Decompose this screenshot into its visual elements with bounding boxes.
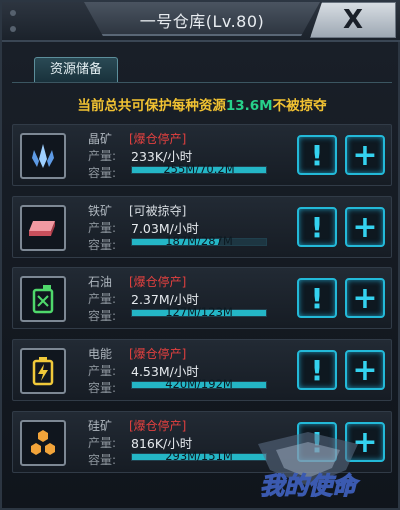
tab-resource-reserve[interactable]: 资源储备	[34, 57, 118, 83]
add-button[interactable]: +	[345, 135, 385, 175]
crystal-icon	[20, 133, 66, 179]
info-button[interactable]: !	[297, 278, 337, 318]
watermark-text: 我的使命	[260, 472, 360, 500]
capacity-value: 293M/151M	[165, 449, 233, 463]
warehouse-window: 一号仓库(Lv.80) X 资源储备 当前总共可保护每种资源13.6M不被掠夺 …	[0, 0, 400, 510]
production-label: 产量:	[88, 436, 117, 450]
resource-name: 铁矿	[88, 204, 113, 218]
production-label: 产量:	[88, 364, 117, 378]
resource-name: 电能	[88, 347, 113, 361]
resource-row-oil: 石油 [爆仓停产] 产量: 2.37M/小时 容量: 127M/123M ! +	[12, 267, 392, 329]
capacity-label: 容量:	[88, 381, 117, 395]
add-button[interactable]: +	[345, 278, 385, 318]
resource-name: 石油	[88, 275, 113, 289]
notice-suffix: 不被掠夺	[272, 98, 327, 114]
resource-status: [爆仓停产]	[129, 132, 187, 146]
capacity-label: 容量:	[88, 309, 117, 323]
add-button[interactable]: +	[345, 207, 385, 247]
production-label: 产量:	[88, 292, 117, 306]
resource-row-power: 电能 [爆仓停产] 产量: 4.53M/小时 容量: 420M/192M ! +	[12, 339, 392, 401]
production-label: 产量:	[88, 149, 117, 163]
production-label: 产量:	[88, 221, 117, 235]
info-button[interactable]: !	[297, 350, 337, 390]
battery-icon	[20, 348, 66, 394]
info-button[interactable]: !	[297, 135, 337, 175]
bolt-decoration	[10, 10, 16, 16]
resource-status: [爆仓停产]	[129, 275, 187, 289]
iron-ingot-icon	[20, 205, 66, 251]
capacity-label: 容量:	[88, 166, 117, 180]
protected-amount: 13.6M	[225, 98, 273, 114]
bolt-decoration	[10, 26, 16, 32]
capacity-value: 127M/123M	[165, 305, 233, 319]
window-header: 一号仓库(Lv.80) X	[2, 2, 400, 42]
resource-status: [爆仓停产]	[129, 419, 187, 433]
notice-prefix: 当前总共可保护每种资源	[77, 98, 226, 114]
add-button[interactable]: +	[345, 350, 385, 390]
window-title: 一号仓库(Lv.80)	[139, 12, 265, 31]
capacity-value: 255M/70.2M	[163, 162, 235, 176]
oil-can-icon	[20, 276, 66, 322]
info-button[interactable]: !	[297, 422, 337, 462]
resource-row-crystal: 晶矿 [爆仓停产] 产量: 233K/小时 容量: 255M/70.2M ! +	[12, 124, 392, 186]
capacity-label: 容量:	[88, 453, 117, 467]
capacity-value: 420M/192M	[165, 377, 233, 391]
info-button[interactable]: !	[297, 207, 337, 247]
add-button[interactable]: +	[345, 422, 385, 462]
close-button[interactable]: X	[310, 2, 396, 38]
resource-row-silicon: 硅矿 [爆仓停产] 产量: 816K/小时 容量: 293M/151M ! +	[12, 411, 392, 473]
capacity-value: 187M/287M	[165, 234, 233, 248]
silicon-hexagon-icon	[20, 420, 66, 466]
resource-status: [可被掠夺]	[129, 204, 187, 218]
protection-notice: 当前总共可保护每种资源13.6M不被掠夺	[2, 94, 400, 114]
resource-name: 晶矿	[88, 132, 113, 146]
capacity-label: 容量:	[88, 238, 117, 252]
tab-divider	[12, 82, 392, 83]
resource-row-iron: 铁矿 [可被掠夺] 产量: 7.03M/小时 容量: 187M/287M ! +	[12, 196, 392, 258]
resource-status: [爆仓停产]	[129, 347, 187, 361]
resource-name: 硅矿	[88, 419, 113, 433]
